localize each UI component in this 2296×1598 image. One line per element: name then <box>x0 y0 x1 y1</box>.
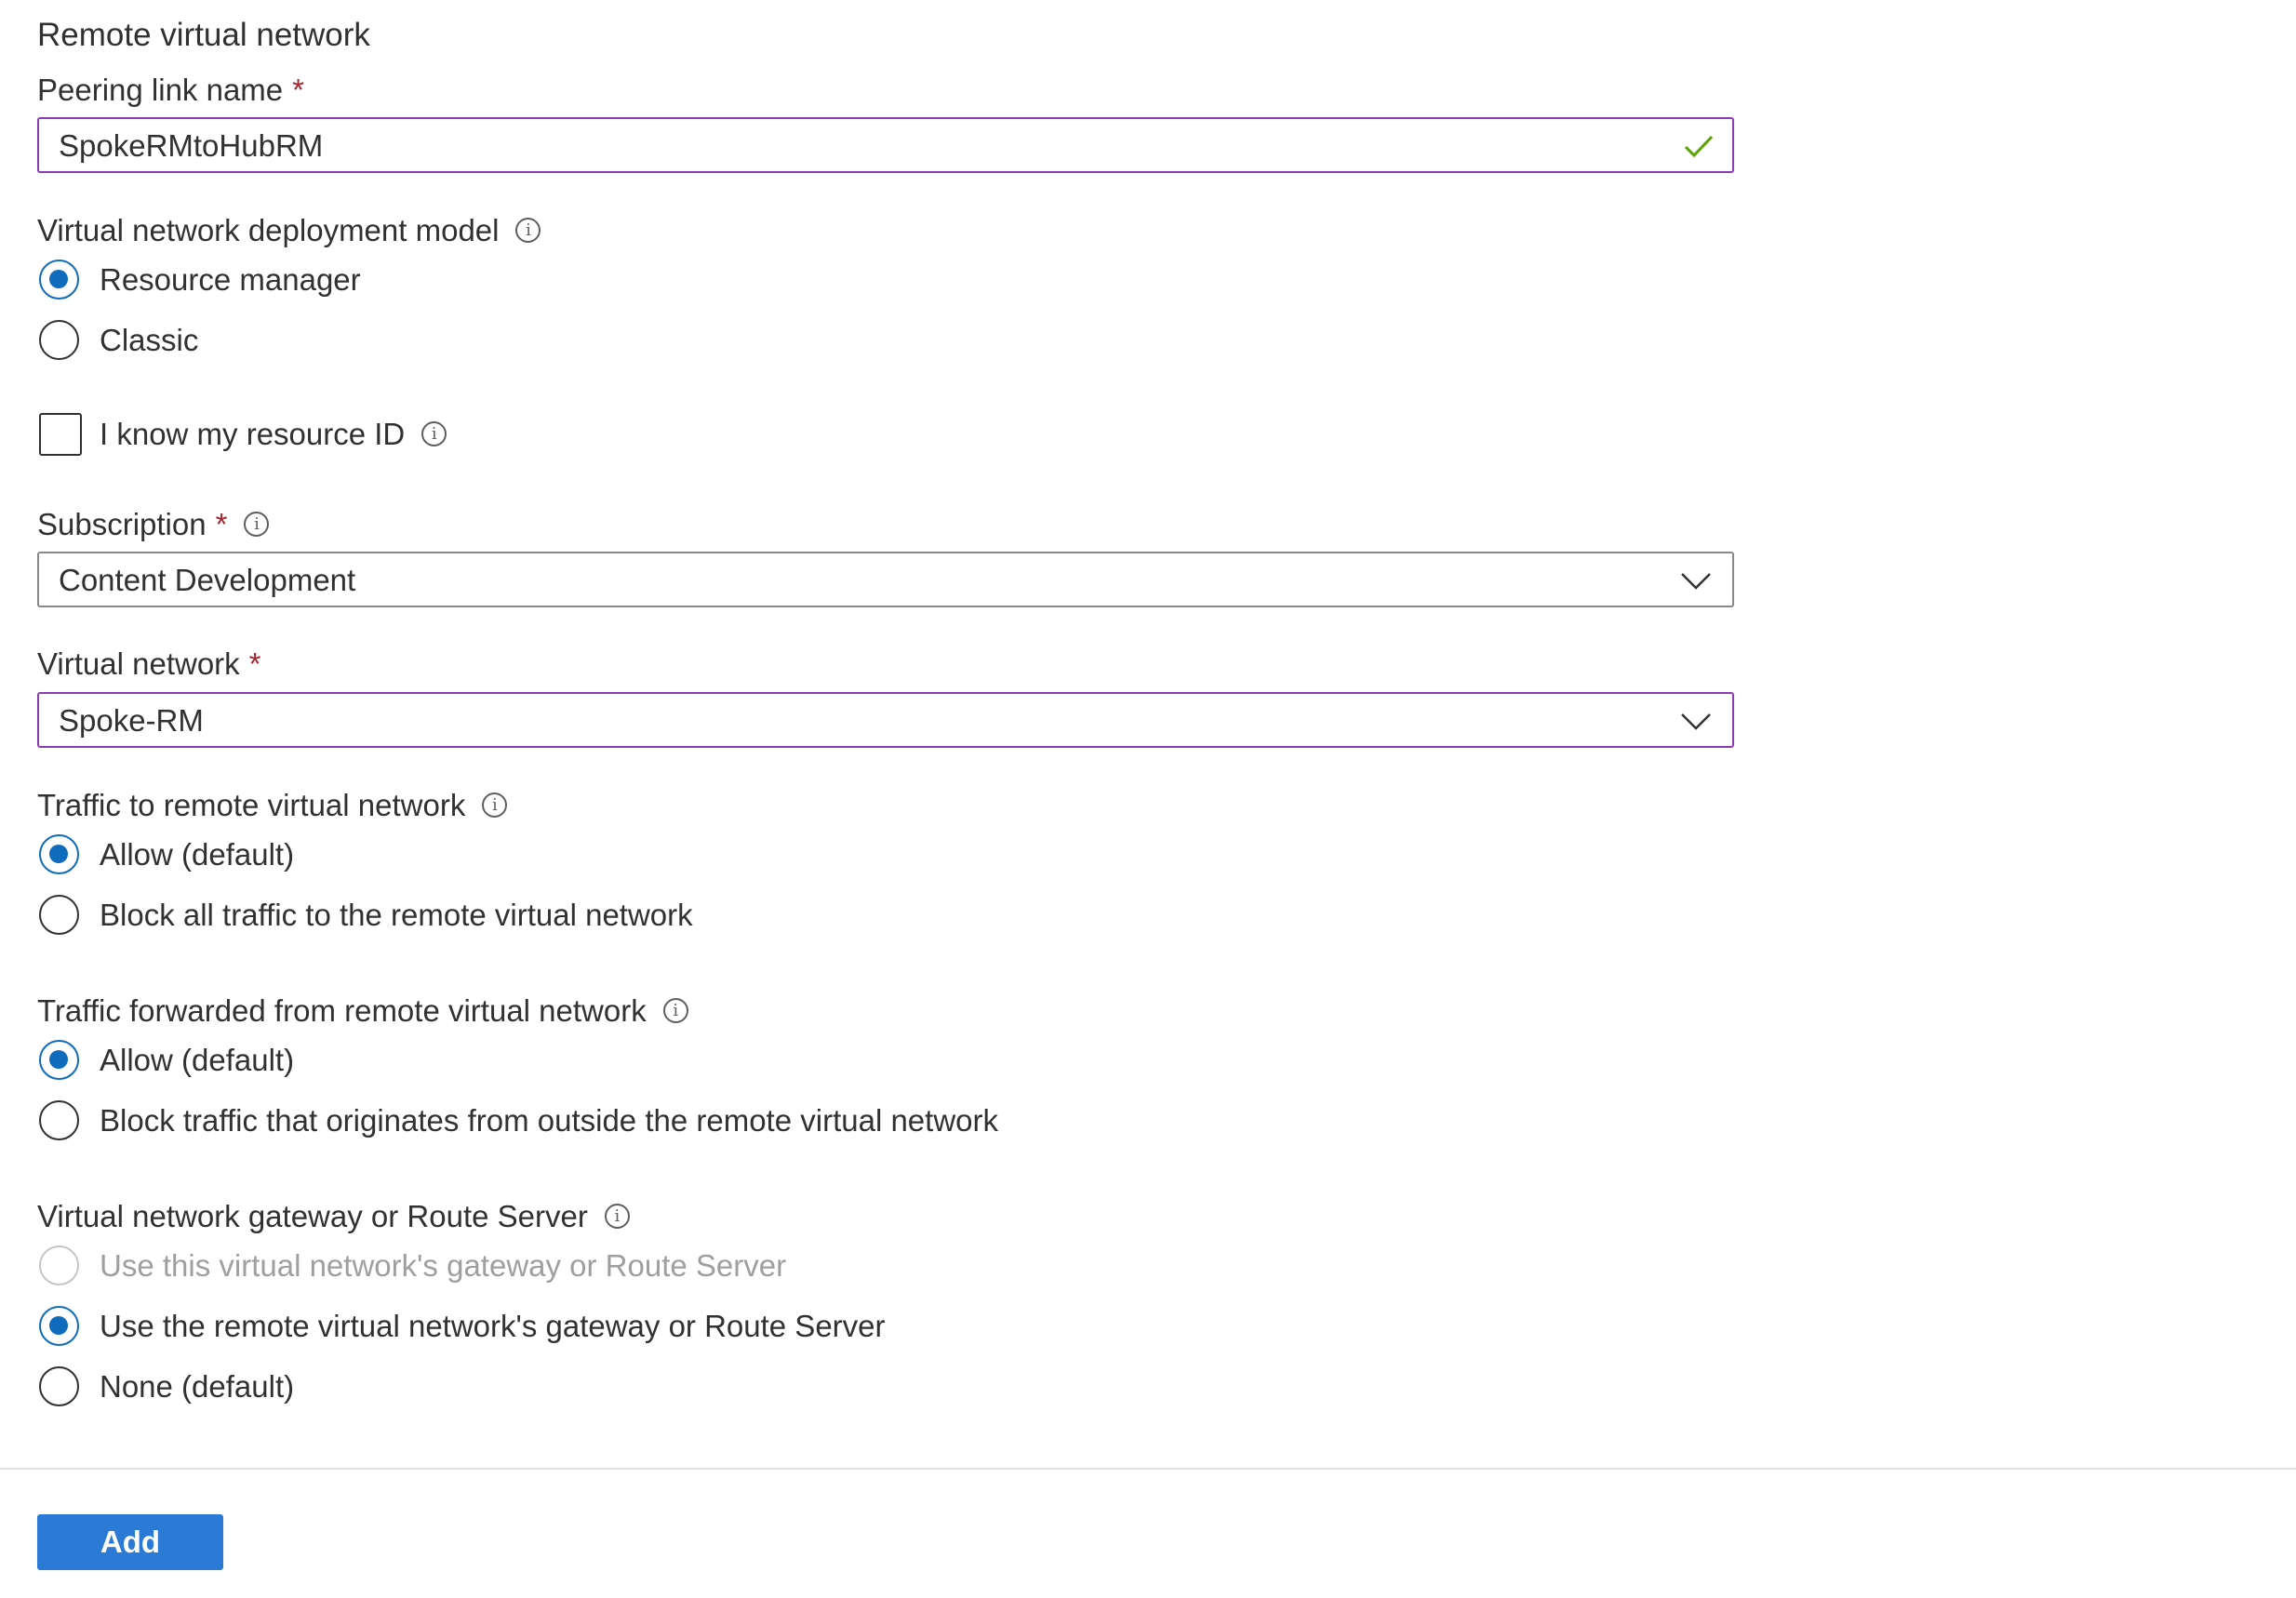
resource-id-label[interactable]: I know my resource ID <box>100 417 405 451</box>
chevron-down-icon <box>1681 713 1711 730</box>
section-title: Remote virtual network <box>37 17 370 53</box>
radio-gateway-this <box>39 1245 79 1285</box>
required-asterisk: * <box>248 646 261 681</box>
radio-gateway-remote-label[interactable]: Use the remote virtual network's gateway… <box>100 1308 886 1345</box>
info-icon[interactable]: i <box>482 792 508 818</box>
info-icon[interactable]: i <box>244 511 270 537</box>
virtual-network-label-row: Virtual network * <box>37 646 261 683</box>
chevron-down-icon <box>1681 573 1711 590</box>
radio-gateway-this-label: Use this virtual network's gateway or Ro… <box>100 1248 787 1283</box>
radio-traffic-block[interactable] <box>39 895 79 935</box>
virtual-network-dropdown[interactable]: Spoke-RM <box>37 692 1734 748</box>
add-button[interactable]: Add <box>37 1514 223 1570</box>
resource-id-checkbox[interactable] <box>39 413 82 456</box>
required-asterisk: * <box>215 507 228 541</box>
deployment-model-label-row: Virtual network deployment model i <box>37 212 541 249</box>
radio-resource-manager[interactable] <box>39 260 79 300</box>
deployment-model-label: Virtual network deployment model <box>37 213 500 247</box>
virtual-network-value: Spoke-RM <box>59 703 204 738</box>
gateway-label-row: Virtual network gateway or Route Server i <box>37 1198 630 1235</box>
peering-link-label: Peering link name <box>37 73 284 107</box>
gateway-label: Virtual network gateway or Route Server <box>37 1199 588 1233</box>
info-icon[interactable]: i <box>421 420 447 446</box>
valid-check-icon <box>1684 135 1714 158</box>
radio-traffic-allow[interactable] <box>39 834 79 874</box>
radio-forwarded-allow-label[interactable]: Allow (default) <box>100 1042 294 1079</box>
radio-gateway-none-label[interactable]: None (default) <box>100 1368 294 1405</box>
resource-id-row: I know my resource ID i <box>100 416 447 453</box>
footer-divider <box>0 1468 2296 1470</box>
radio-classic[interactable] <box>39 320 79 360</box>
traffic-forwarded-label: Traffic forwarded from remote virtual ne… <box>37 993 647 1028</box>
subscription-value: Content Development <box>59 563 356 597</box>
subscription-dropdown[interactable]: Content Development <box>37 552 1734 607</box>
traffic-to-remote-label-row: Traffic to remote virtual network i <box>37 787 508 824</box>
peering-link-name-input[interactable]: SpokeRMtoHubRM <box>37 117 1734 173</box>
radio-forwarded-allow[interactable] <box>39 1040 79 1080</box>
subscription-label-row: Subscription * i <box>37 506 270 543</box>
info-icon[interactable]: i <box>515 217 541 243</box>
info-icon[interactable]: i <box>604 1203 630 1229</box>
radio-forwarded-block-label[interactable]: Block traffic that originates from outsi… <box>100 1102 998 1139</box>
info-icon[interactable]: i <box>662 997 688 1023</box>
radio-traffic-block-label[interactable]: Block all traffic to the remote virtual … <box>100 897 693 934</box>
peering-link-name-value: SpokeRMtoHubRM <box>59 128 324 163</box>
required-asterisk: * <box>292 73 304 107</box>
subscription-label: Subscription <box>37 507 207 541</box>
radio-forwarded-block[interactable] <box>39 1100 79 1140</box>
radio-classic-label[interactable]: Classic <box>100 322 198 359</box>
virtual-network-label: Virtual network <box>37 646 240 681</box>
radio-gateway-none[interactable] <box>39 1366 79 1406</box>
traffic-forwarded-label-row: Traffic forwarded from remote virtual ne… <box>37 992 688 1030</box>
peering-form: Remote virtual network Peering link name… <box>0 0 2296 1598</box>
radio-traffic-allow-label[interactable]: Allow (default) <box>100 836 294 873</box>
peering-link-label-row: Peering link name * <box>37 72 304 109</box>
radio-gateway-remote[interactable] <box>39 1306 79 1346</box>
traffic-to-remote-label: Traffic to remote virtual network <box>37 788 466 822</box>
radio-resource-manager-label[interactable]: Resource manager <box>100 261 361 299</box>
